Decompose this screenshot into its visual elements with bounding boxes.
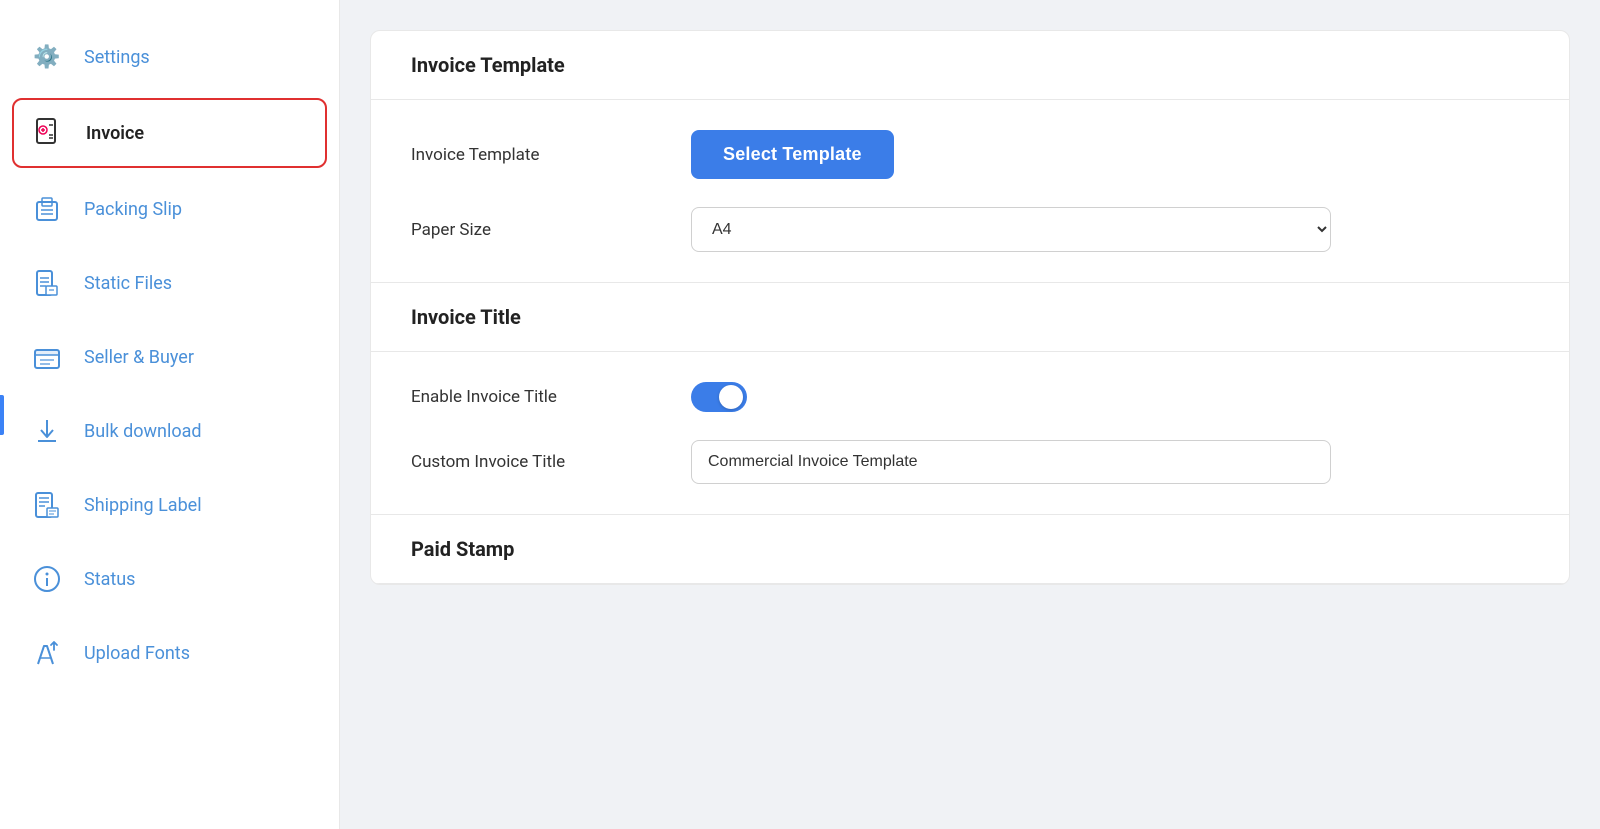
enable-invoice-title-label: Enable Invoice Title xyxy=(411,387,691,407)
sidebar-item-invoice[interactable]: Invoice xyxy=(12,98,327,168)
enable-invoice-title-toggle[interactable] xyxy=(691,382,747,412)
status-icon xyxy=(28,560,66,598)
paper-size-select[interactable]: A4 Letter Legal xyxy=(691,207,1331,252)
sidebar-item-seller-buyer-label: Seller & Buyer xyxy=(84,347,194,368)
sidebar-item-static-files-label: Static Files xyxy=(84,273,172,294)
seller-buyer-icon xyxy=(28,338,66,376)
invoice-template-title: Invoice Template xyxy=(411,53,565,77)
sidebar-item-seller-buyer[interactable]: Seller & Buyer xyxy=(0,320,339,394)
packing-slip-icon xyxy=(28,190,66,228)
paid-stamp-section-header: Paid Stamp xyxy=(371,515,1569,584)
invoice-title-section-body: Enable Invoice Title Custom Invoice Titl… xyxy=(371,352,1569,515)
enable-invoice-title-control xyxy=(691,382,1529,412)
invoice-title-section-header: Invoice Title xyxy=(371,283,1569,352)
select-template-button[interactable]: Select Template xyxy=(691,130,894,179)
custom-invoice-title-label: Custom Invoice Title xyxy=(411,452,691,472)
invoice-title-title: Invoice Title xyxy=(411,305,521,329)
shipping-label-icon xyxy=(28,486,66,524)
sidebar-item-settings-label: Settings xyxy=(84,47,150,68)
custom-invoice-title-row: Custom Invoice Title xyxy=(411,440,1529,484)
sidebar-item-bulk-download-label: Bulk download xyxy=(84,421,202,442)
static-files-icon xyxy=(28,264,66,302)
content-card: Invoice Template Invoice Template Select… xyxy=(370,30,1570,585)
invoice-template-row: Invoice Template Select Template xyxy=(411,130,1529,179)
sidebar-item-status[interactable]: Status xyxy=(0,542,339,616)
sidebar-item-invoice-label: Invoice xyxy=(86,123,144,144)
sidebar-item-settings[interactable]: ⚙️ Settings xyxy=(0,20,339,94)
paid-stamp-title: Paid Stamp xyxy=(411,537,514,561)
enable-invoice-title-toggle-wrapper xyxy=(691,382,747,412)
sidebar-item-upload-fonts[interactable]: Upload Fonts xyxy=(0,616,339,690)
sidebar: ⚙️ Settings Invoice P xyxy=(0,0,340,829)
sidebar-item-shipping-label-label: Shipping Label xyxy=(84,495,202,516)
sidebar-item-packing-slip[interactable]: Packing Slip xyxy=(0,172,339,246)
invoice-template-control: Select Template xyxy=(691,130,1529,179)
enable-invoice-title-row: Enable Invoice Title xyxy=(411,382,1529,412)
upload-fonts-icon xyxy=(28,634,66,672)
sidebar-item-status-label: Status xyxy=(84,569,135,590)
custom-invoice-title-control xyxy=(691,440,1529,484)
invoice-icon xyxy=(30,114,68,152)
gear-icon: ⚙️ xyxy=(28,38,66,76)
main-content: Invoice Template Invoice Template Select… xyxy=(340,0,1600,829)
invoice-template-section-header: Invoice Template xyxy=(371,31,1569,100)
sidebar-item-upload-fonts-label: Upload Fonts xyxy=(84,643,190,664)
custom-invoice-title-input[interactable] xyxy=(691,440,1331,484)
sidebar-item-packing-slip-label: Packing Slip xyxy=(84,199,182,220)
invoice-template-label: Invoice Template xyxy=(411,145,691,165)
sidebar-item-shipping-label[interactable]: Shipping Label xyxy=(0,468,339,542)
paper-size-control: A4 Letter Legal xyxy=(691,207,1529,252)
paper-size-label: Paper Size xyxy=(411,220,691,240)
invoice-template-section-body: Invoice Template Select Template Paper S… xyxy=(371,100,1569,283)
sidebar-item-static-files[interactable]: Static Files xyxy=(0,246,339,320)
sidebar-item-bulk-download[interactable]: Bulk download xyxy=(0,394,339,468)
bulk-download-icon xyxy=(28,412,66,450)
toggle-slider xyxy=(691,382,747,412)
paper-size-row: Paper Size A4 Letter Legal xyxy=(411,207,1529,252)
